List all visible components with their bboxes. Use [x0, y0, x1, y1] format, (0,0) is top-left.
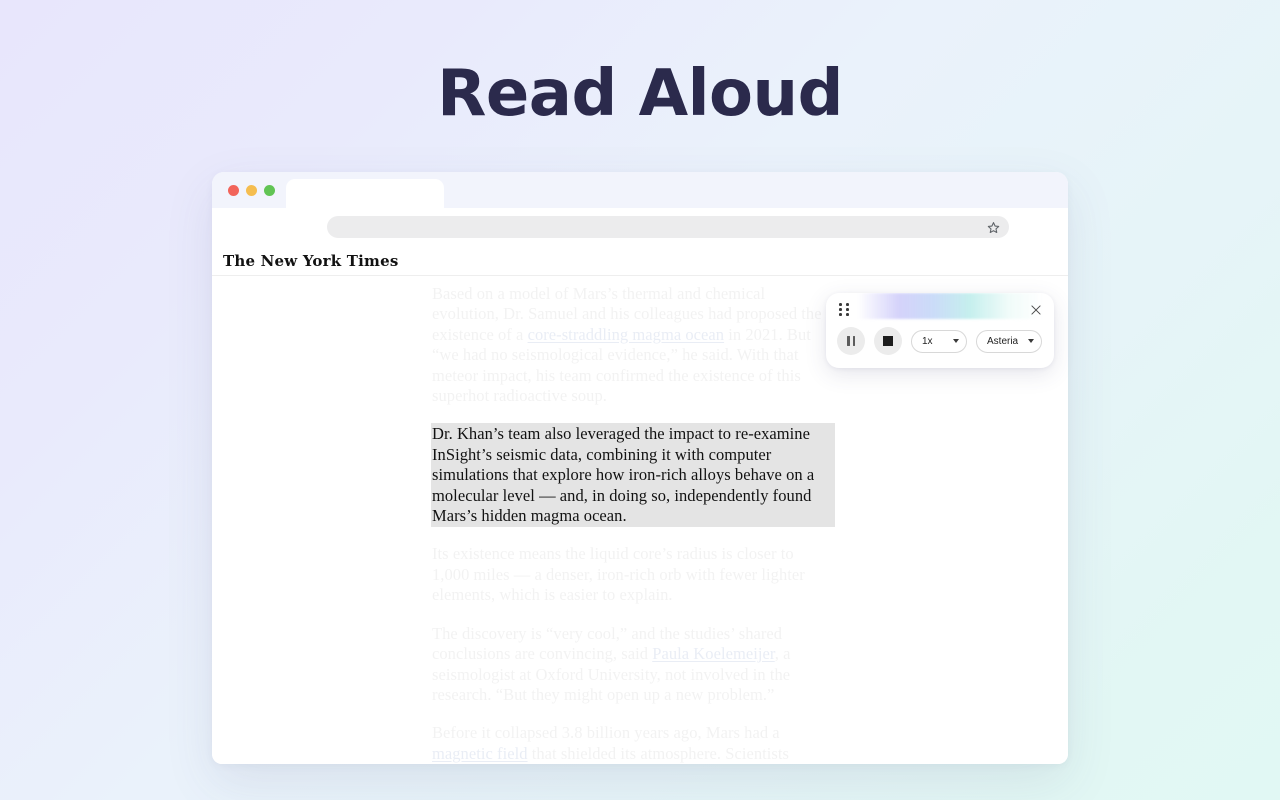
playback-speed-select[interactable]: 1x: [911, 329, 967, 353]
window-close-button[interactable]: [228, 184, 239, 196]
site-masthead: The New York Times: [223, 251, 399, 270]
pause-icon: [846, 336, 856, 346]
article-paragraph: Based on a model of Mars’s thermal and c…: [432, 284, 822, 406]
article-body: Based on a model of Mars’s thermal and c…: [432, 284, 834, 764]
window-maximize-button[interactable]: [264, 184, 275, 196]
chevron-down-icon: [1028, 339, 1034, 343]
drag-dots-icon[interactable]: [839, 303, 850, 317]
stop-icon: [883, 336, 893, 346]
widget-controls: 1x Asteria: [826, 327, 1054, 355]
article-link[interactable]: core-straddling magma ocean: [528, 325, 725, 344]
address-bar[interactable]: [327, 216, 1009, 238]
chevron-down-icon: [953, 339, 959, 343]
window-traffic-lights: [212, 172, 275, 208]
article-paragraph: Its existence means the liquid core’s ra…: [432, 544, 805, 605]
stop-button[interactable]: [874, 327, 902, 355]
browser-tab-strip: [212, 172, 1068, 208]
bookmark-star-icon[interactable]: [987, 221, 1000, 234]
voice-select[interactable]: Asteria: [976, 329, 1042, 353]
browser-toolbar: [212, 208, 1068, 246]
site-header: The New York Times: [212, 246, 1068, 276]
playback-speed-value: 1x: [922, 335, 933, 347]
voice-value: Asteria: [987, 335, 1019, 347]
pause-button[interactable]: [837, 327, 865, 355]
article-paragraph: Before it collapsed 3.8 billion years ag…: [432, 723, 789, 763]
close-icon[interactable]: [1028, 302, 1044, 318]
window-minimize-button[interactable]: [246, 184, 257, 196]
article-paragraph: The discovery is “very cool,” and the st…: [432, 623, 791, 704]
article-link[interactable]: Paula Koelemeijer: [652, 644, 775, 663]
read-aloud-widget[interactable]: 1x Asteria: [826, 293, 1054, 368]
article-paragraph-active: Dr. Khan’s team also leveraged the impac…: [432, 424, 834, 527]
article-link[interactable]: magnetic field: [432, 744, 528, 763]
browser-window: The New York Times Based on a model of M…: [212, 172, 1068, 764]
browser-tab-active[interactable]: [286, 179, 444, 208]
widget-topbar: [826, 293, 1054, 327]
page-title: Read Aloud: [437, 57, 843, 131]
